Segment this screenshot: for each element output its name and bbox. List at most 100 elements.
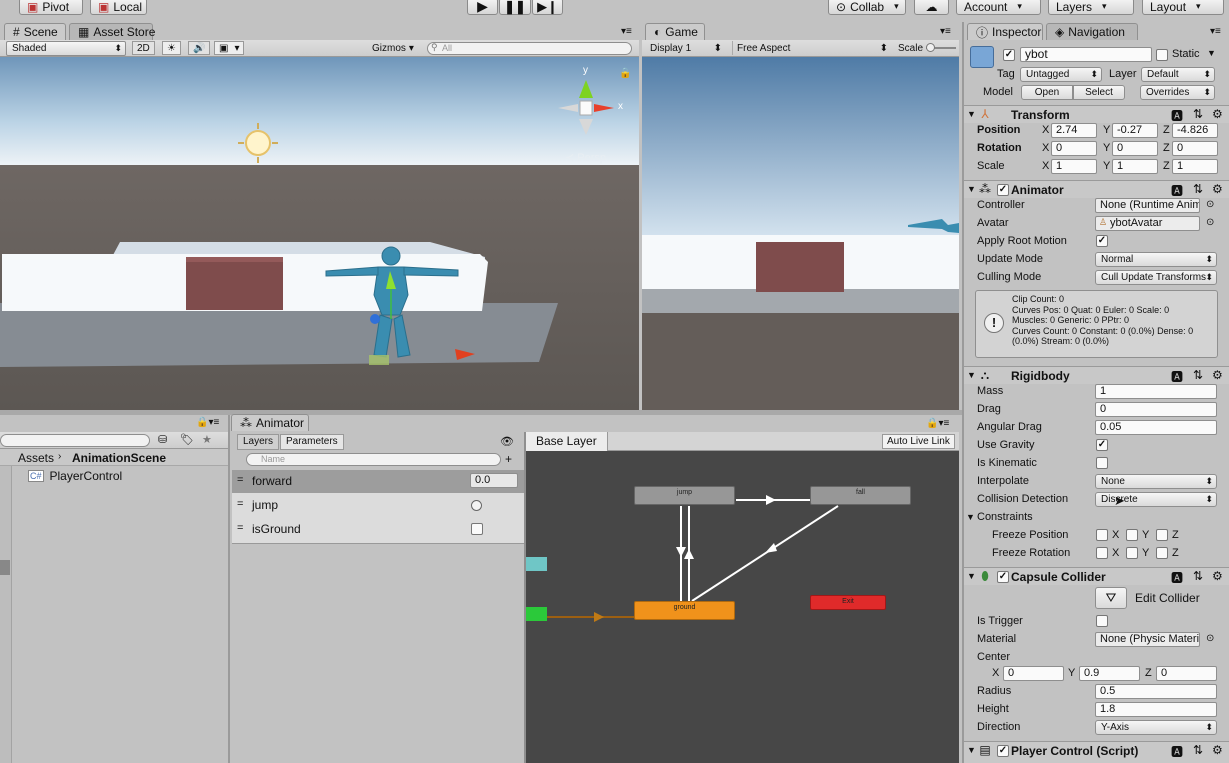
display-dropdown[interactable]: Display 1 ⬍	[646, 41, 726, 55]
position-y-input[interactable]: -0.27	[1112, 123, 1158, 138]
expand-triangle-icon[interactable]: ▼	[967, 184, 976, 194]
expand-triangle-icon[interactable]: ▼	[967, 745, 976, 755]
list-item[interactable]: C# PlayerControl	[28, 468, 122, 483]
interpolate-dropdown[interactable]: None	[1095, 474, 1217, 489]
preset-icon[interactable]: ⇅	[1193, 182, 1203, 196]
controller-field[interactable]: None (Runtime Animator Controller)	[1095, 198, 1200, 213]
static-dropdown-icon[interactable]: ▼	[1207, 48, 1216, 58]
game-view[interactable]	[642, 57, 959, 410]
script-enabled-checkbox[interactable]: ✓	[997, 745, 1009, 757]
panel-menu-icon[interactable]: ▾≡	[621, 26, 632, 37]
play-button[interactable]: ▶	[467, 0, 498, 15]
active-checkbox[interactable]: ✓	[1003, 49, 1015, 61]
object-picker-icon[interactable]: ⊙	[1206, 199, 1214, 210]
add-parameter-icon[interactable]: +	[505, 452, 512, 466]
parameter-row[interactable]: = jump	[232, 493, 524, 517]
open-button[interactable]: Open	[1021, 85, 1073, 100]
static-checkbox[interactable]	[1156, 49, 1168, 61]
freeze-rotation-y-checkbox[interactable]	[1126, 547, 1138, 559]
center-z-input[interactable]: 0	[1156, 666, 1217, 681]
base-layer-breadcrumb[interactable]: Base Layer	[526, 432, 608, 451]
position-z-input[interactable]: -4.826	[1172, 123, 1218, 138]
folder-tree-strip[interactable]	[0, 466, 12, 763]
tab-layers[interactable]: Layers	[237, 434, 280, 450]
state-node-any[interactable]	[526, 557, 547, 571]
avatar-field[interactable]: ybotAvatar	[1095, 216, 1200, 231]
expand-triangle-icon[interactable]: ▼	[967, 571, 976, 581]
freeze-position-y-checkbox[interactable]	[1126, 529, 1138, 541]
forward-value-input[interactable]: 0.0	[470, 473, 518, 488]
help-icon[interactable]: 🅰	[1171, 107, 1183, 124]
lock-icon[interactable]: 🔒	[619, 68, 631, 79]
scale-slider-thumb[interactable]	[926, 43, 935, 52]
gear-icon[interactable]: ⚙	[1212, 743, 1223, 757]
breadcrumb-current[interactable]: AnimationScene	[72, 451, 166, 465]
gear-icon[interactable]: ⚙	[1212, 569, 1223, 583]
cloud-button[interactable]: ☁	[914, 0, 949, 15]
state-node-exit[interactable]: Exit	[810, 595, 886, 610]
tag-dropdown[interactable]: Untagged	[1020, 67, 1102, 82]
scale-z-input[interactable]: 1	[1172, 159, 1218, 174]
preset-icon[interactable]: ⇅	[1193, 743, 1203, 757]
collab-dropdown[interactable]: ⊙ Collab	[828, 0, 906, 15]
expand-triangle-icon[interactable]: ▼	[967, 109, 976, 119]
edit-collider-button[interactable]: ⛛	[1095, 587, 1127, 609]
use-gravity-checkbox[interactable]: ✓	[1096, 439, 1108, 451]
panel-menu-icon[interactable]: 🔒▾≡	[926, 418, 949, 429]
overrides-dropdown[interactable]: Overrides	[1140, 85, 1215, 100]
help-icon[interactable]: 🅰	[1171, 182, 1183, 199]
object-picker-icon[interactable]: ⊙	[1206, 633, 1214, 644]
angular-drag-input[interactable]: 0.05	[1095, 420, 1217, 435]
culling-mode-dropdown[interactable]: Cull Update Transforms	[1095, 270, 1217, 285]
pivot-button[interactable]: ▣ Pivot	[19, 0, 83, 15]
state-node-entry[interactable]	[526, 607, 547, 621]
aspect-dropdown[interactable]: Free Aspect ⬍	[732, 41, 892, 55]
state-node-jump[interactable]: jump	[634, 486, 735, 505]
rotation-x-input[interactable]: 0	[1051, 141, 1097, 156]
scale-y-input[interactable]: 1	[1112, 159, 1158, 174]
update-mode-dropdown[interactable]: Normal	[1095, 252, 1217, 267]
animator-enabled-checkbox[interactable]: ✓	[997, 184, 1009, 196]
tab-scene[interactable]: # Scene	[4, 23, 66, 40]
tab-game[interactable]: ◐ Game	[645, 23, 705, 40]
expand-triangle-icon[interactable]: ▼	[967, 370, 976, 380]
gear-icon[interactable]: ⚙	[1212, 107, 1223, 121]
panel-menu-icon[interactable]: ▾≡	[940, 26, 951, 37]
rotation-y-input[interactable]: 0	[1112, 141, 1158, 156]
state-node-ground[interactable]: ground	[634, 601, 735, 620]
eye-icon[interactable]: 👁	[500, 435, 514, 448]
scene-search-input[interactable]: All	[427, 42, 632, 55]
animator-graph[interactable]: jump fall ground Exit	[526, 451, 959, 763]
center-y-input[interactable]: 0.9	[1079, 666, 1140, 681]
2d-toggle[interactable]: 2D	[132, 41, 155, 55]
drag-handle-icon[interactable]: =	[237, 522, 243, 534]
freeze-position-z-checkbox[interactable]	[1156, 529, 1168, 541]
parameter-row[interactable]: = forward 0.0	[232, 470, 524, 493]
layer-dropdown[interactable]: Default	[1141, 67, 1215, 82]
animator-component-header[interactable]: ▼ ⁂ ✓ Animator 🅰 ⇅ ⚙	[964, 180, 1229, 198]
position-x-input[interactable]: 2.74	[1051, 123, 1097, 138]
folder-tree-selection[interactable]	[0, 560, 10, 575]
gizmos-dropdown[interactable]: Gizmos ▾	[368, 41, 418, 55]
audio-toggle[interactable]: 🔊	[188, 41, 211, 55]
splitter[interactable]	[962, 22, 964, 763]
drag-handle-icon[interactable]: =	[237, 498, 243, 510]
project-search-input[interactable]	[0, 434, 150, 447]
radius-input[interactable]: 0.5	[1095, 684, 1217, 699]
parameter-row[interactable]: = isGround	[232, 517, 524, 544]
root-motion-checkbox[interactable]: ✓	[1096, 235, 1108, 247]
filter-type-icon[interactable]: ⛁	[158, 433, 167, 446]
label-icon[interactable]: 🏷	[180, 433, 194, 446]
rigidbody-header[interactable]: ▼ ⛬ Rigidbody 🅰 ⇅ ⚙	[964, 366, 1229, 384]
gear-icon[interactable]: ⚙	[1212, 182, 1223, 196]
jump-trigger[interactable]	[471, 500, 482, 511]
help-icon[interactable]: 🅰	[1171, 743, 1183, 760]
gear-icon[interactable]: ⚙	[1212, 368, 1223, 382]
help-icon[interactable]: 🅰	[1171, 569, 1183, 586]
preset-icon[interactable]: ⇅	[1193, 368, 1203, 382]
object-name-input[interactable]: ybot	[1020, 47, 1152, 62]
player-control-header[interactable]: ▼ ▤ ✓ Player Control (Script) 🅰 ⇅ ⚙	[964, 741, 1229, 763]
is-trigger-checkbox[interactable]	[1096, 615, 1108, 627]
center-x-input[interactable]: 0	[1003, 666, 1064, 681]
step-button[interactable]: ▶❙	[532, 0, 563, 15]
